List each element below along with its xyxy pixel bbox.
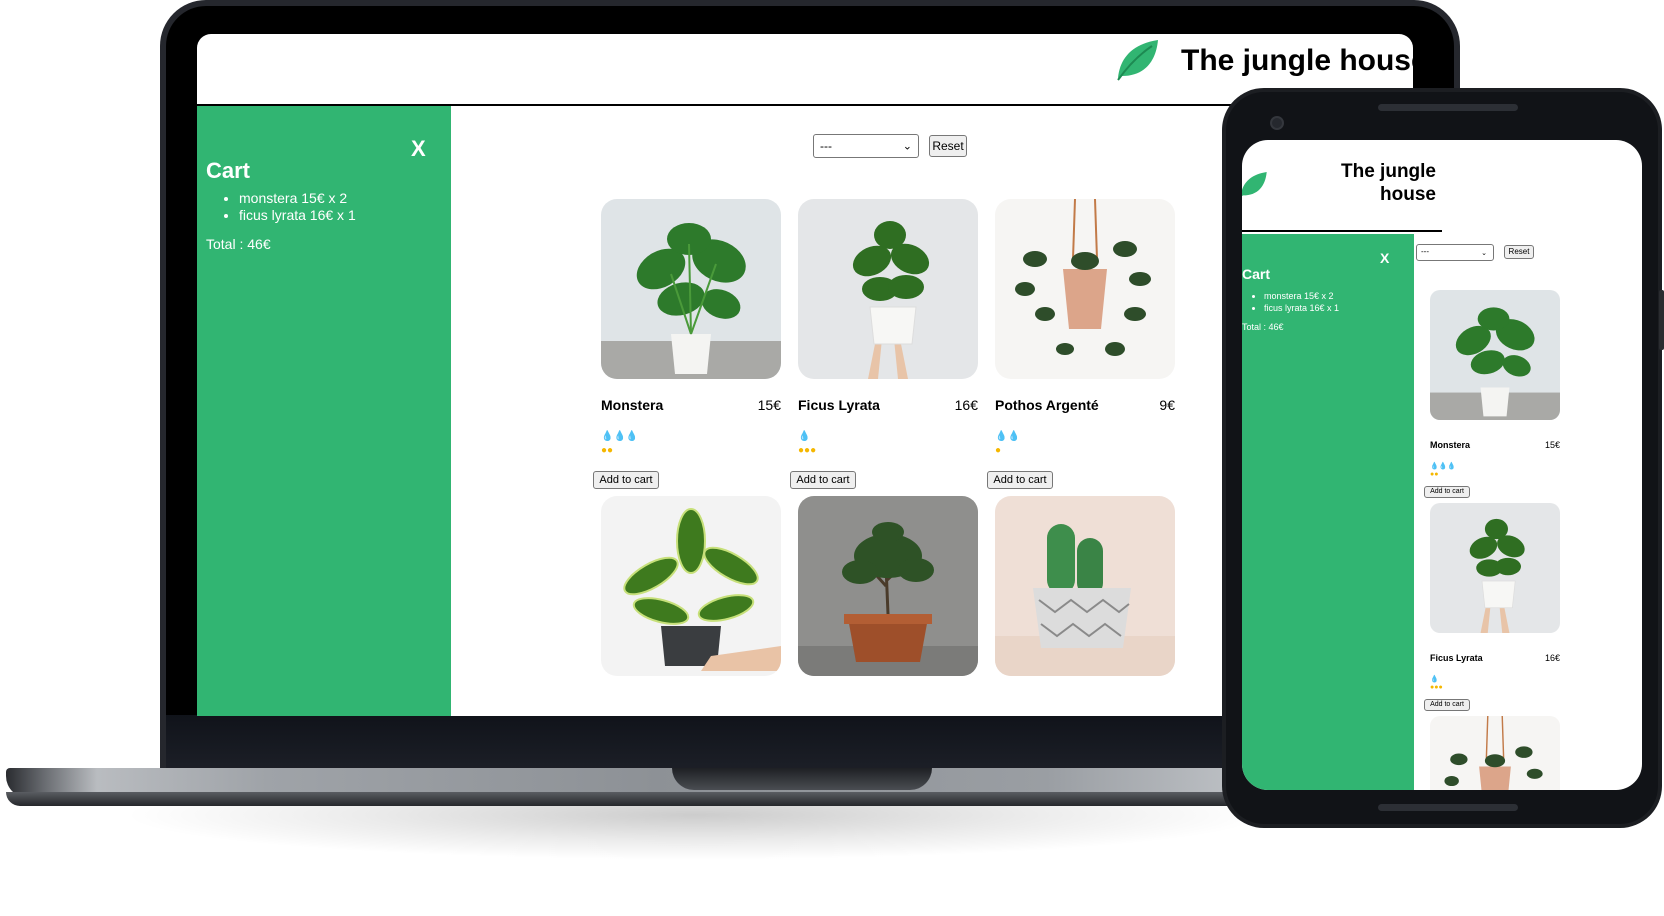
plant-name: Pothos Argenté: [995, 397, 1099, 413]
ficus-lyrata-plant-image: [1430, 503, 1560, 633]
cactus-plant-image: [995, 496, 1175, 676]
app-title: The jungle house: [1286, 160, 1436, 206]
app-title: The jungle house: [1181, 44, 1413, 77]
sun-icon: ●: [995, 445, 1002, 456]
plant-card: Monstera 15€ 💧💧💧 ●● Add to cart: [593, 199, 789, 499]
chevron-down-icon: ⌄: [1481, 249, 1487, 257]
plant-card: Ficus Lyrata 16€ 💧 ●●● Add to cart: [790, 199, 986, 499]
plant-card: [1426, 716, 1560, 790]
phone-bottom-bar: [1378, 804, 1518, 811]
cart-close-button[interactable]: X: [1380, 250, 1389, 266]
phone-side-button: [1659, 290, 1664, 350]
pothos-plant-image: [1430, 716, 1560, 790]
app-title-line-1: The jungle: [1341, 161, 1436, 182]
add-to-cart-button[interactable]: Add to cart: [593, 471, 659, 489]
cart-items-list: monstera 15€ x 2 ficus lyrata 16€ x 1: [239, 190, 356, 224]
cart-item: monstera 15€ x 2: [239, 190, 356, 207]
plant-card: [790, 496, 986, 716]
plant-name: Monstera: [601, 397, 664, 413]
phone-camera-icon: [1270, 116, 1284, 130]
app-header: The jungle house: [1242, 140, 1442, 232]
add-to-cart-button[interactable]: Add to cart: [987, 471, 1053, 489]
category-select-value: ---: [1421, 247, 1429, 256]
app-header: The jungle house: [197, 34, 1413, 106]
ficus-lyrata-plant-image: [798, 199, 978, 379]
chevron-down-icon: ⌄: [902, 140, 912, 153]
plant-price: 16€: [1544, 653, 1560, 663]
cart-panel: X Cart monstera 15€ x 2 ficus lyrata 16€…: [197, 106, 451, 716]
category-select[interactable]: --- ⌄: [813, 134, 919, 158]
plant-card: Pothos Argenté 9€ 💧💧 ● Add to cart: [987, 199, 1183, 499]
reset-button[interactable]: Reset: [929, 135, 967, 157]
plant-name: Ficus Lyrata: [798, 397, 880, 413]
plant-card: [593, 496, 789, 716]
water-drop-icon: 💧: [1430, 676, 1439, 683]
add-to-cart-button[interactable]: Add to cart: [1424, 699, 1470, 711]
phone-speaker: [1378, 104, 1518, 111]
cart-title: Cart: [206, 158, 251, 183]
water-drop-icon: 💧💧💧: [601, 431, 639, 442]
mobile-app-screen: The jungle house X Cart monstera 15€ x 2…: [1242, 140, 1642, 790]
plant-price: 16€: [954, 397, 978, 413]
category-select[interactable]: --- ⌄: [1416, 244, 1494, 261]
pothos-plant-image: [995, 199, 1175, 379]
cart-total: Total : 46€: [1242, 322, 1284, 332]
cart-item: monstera 15€ x 2: [1264, 290, 1339, 302]
plant-price: 15€: [757, 397, 781, 413]
olive-tree-plant-image: [798, 496, 978, 676]
plant-card: [987, 496, 1183, 716]
monstera-plant-image: [1430, 290, 1560, 420]
plant-card: Monstera 15€ 💧💧💧 ●● Add to cart: [1424, 290, 1560, 505]
plant-card: Ficus Lyrata 16€ 💧 ●●● Add to cart: [1424, 503, 1560, 718]
leaf-icon: [1114, 38, 1160, 82]
laptop-base-lip: [6, 792, 1306, 806]
app-title-line-2: house: [1380, 184, 1436, 205]
laptop-notch: [672, 768, 932, 790]
add-to-cart-button[interactable]: Add to cart: [1424, 486, 1470, 498]
plant-name: Monstera: [1430, 440, 1471, 450]
water-drop-icon: 💧💧: [995, 431, 1020, 442]
sun-icon: ●●●: [798, 445, 817, 456]
cart-items-list: monstera 15€ x 2 ficus lyrata 16€ x 1: [1264, 290, 1339, 314]
sun-icon: ●●●: [1430, 684, 1443, 691]
calathea-plant-image: [601, 496, 781, 676]
water-drop-icon: 💧: [798, 431, 811, 442]
plant-name: Ficus Lyrata: [1430, 653, 1483, 663]
sun-icon: ●●: [601, 445, 614, 456]
cart-item: ficus lyrata 16€ x 1: [239, 207, 356, 224]
add-to-cart-button[interactable]: Add to cart: [790, 471, 856, 489]
leaf-icon: [1242, 170, 1268, 200]
cart-title: Cart: [1242, 266, 1271, 282]
monstera-plant-image: [601, 199, 781, 379]
reset-button[interactable]: Reset: [1504, 245, 1534, 259]
cart-panel: X Cart monstera 15€ x 2 ficus lyrata 16€…: [1242, 234, 1414, 790]
sun-icon: ●●: [1430, 471, 1439, 478]
plant-price: 15€: [1544, 440, 1560, 450]
cart-item: ficus lyrata 16€ x 1: [1264, 302, 1339, 314]
plant-price: 9€: [1159, 397, 1175, 413]
category-select-value: ---: [820, 139, 832, 153]
cart-total: Total : 46€: [206, 236, 271, 252]
water-drop-icon: 💧💧💧: [1430, 463, 1457, 470]
cart-close-button[interactable]: X: [411, 136, 426, 162]
